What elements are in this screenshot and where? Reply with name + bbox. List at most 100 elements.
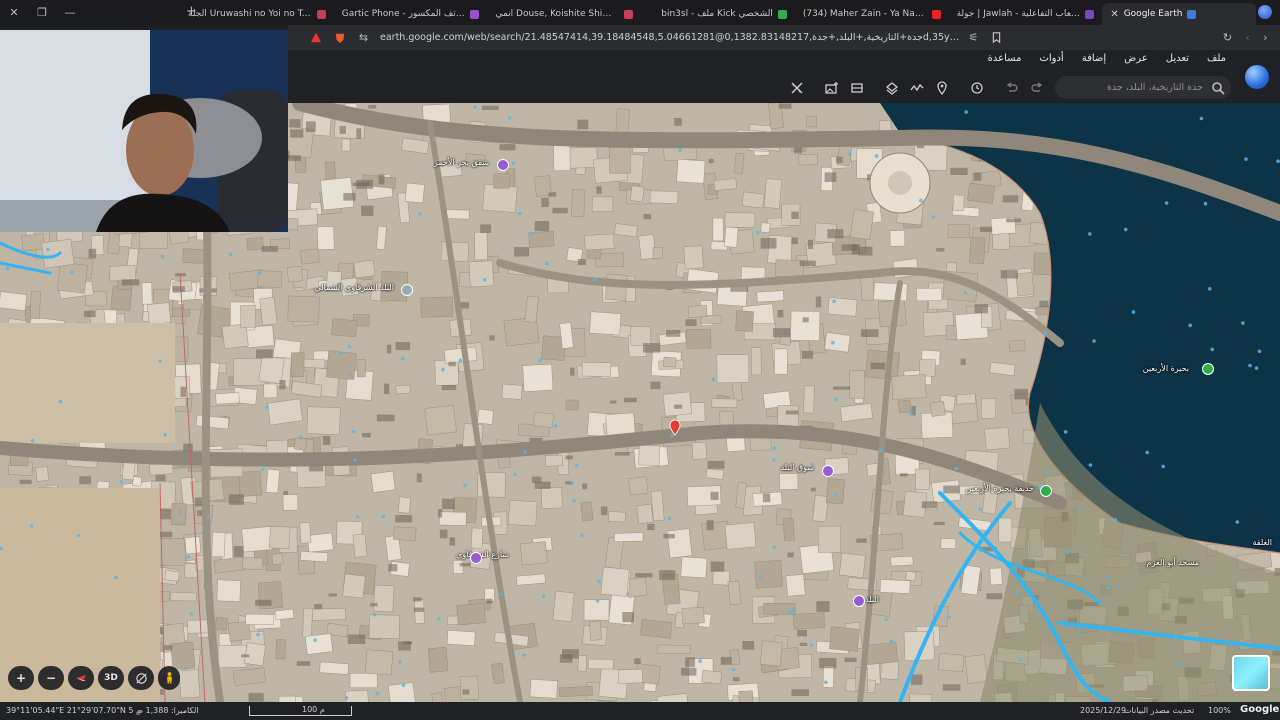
browser-tab[interactable]: (734) Maher Zain - Ya Nabi Salam Al [795, 3, 949, 25]
measure-icon[interactable] [788, 79, 805, 96]
poi-dot [347, 344, 352, 349]
tune-icon[interactable]: ⚟ [966, 30, 981, 45]
search-icon[interactable] [1211, 81, 1225, 95]
building [969, 236, 986, 265]
building [356, 359, 366, 378]
building [395, 384, 411, 395]
shadow [228, 494, 244, 505]
map-place-label[interactable]: البلد [865, 595, 879, 604]
tab-title: الجلة Uruwashi no Yoi no Tsuki انمي [188, 9, 312, 19]
close-window-icon[interactable]: ✕ [0, 0, 28, 25]
restore-window-icon[interactable]: ❐ [28, 0, 56, 25]
place-marker-icon[interactable] [1202, 363, 1214, 375]
shadow [973, 172, 982, 181]
map-place-label[interactable]: سوق البلد [780, 463, 814, 472]
redo-icon[interactable] [1028, 79, 1045, 96]
menu-item[interactable]: إضافة [1082, 53, 1106, 64]
compass-icon[interactable] [68, 666, 94, 690]
browser-tab[interactable]: Gartic Phone - لعبة الهاتف المكسور [334, 3, 488, 25]
menu-item[interactable]: مساعدة [988, 53, 1022, 64]
forward-icon[interactable]: › [1258, 30, 1273, 45]
profile-avatar-icon[interactable] [1258, 5, 1272, 19]
street-view-pegman-icon[interactable] [158, 666, 180, 690]
map-place-label[interactable]: حديقة بحيرة الأربعين [966, 484, 1034, 493]
map-place-label[interactable]: البلد الشرقاوي الشمالي [314, 283, 394, 292]
building [580, 501, 594, 522]
close-tab-icon[interactable]: ✕ [1110, 9, 1118, 20]
poi-dot [954, 466, 958, 471]
place-marker-icon[interactable] [470, 552, 482, 564]
menu-item[interactable]: أدوات [1039, 53, 1063, 64]
url-field[interactable]: earth.google.com/web/search/21.48547414,… [380, 29, 960, 46]
poi-dot [772, 545, 777, 550]
menu-item[interactable]: ملف [1207, 53, 1226, 64]
reload-icon[interactable]: ↻ [1220, 30, 1235, 45]
poi-dot [1078, 507, 1083, 511]
shadow [1000, 270, 1018, 279]
back-icon[interactable]: ‹ [1240, 30, 1255, 45]
shadow [870, 362, 886, 370]
poi-dot [1188, 323, 1192, 328]
poi-dot [1092, 339, 1096, 343]
poi-dot [338, 351, 343, 355]
building [870, 488, 894, 515]
place-marker-icon[interactable] [1040, 485, 1052, 497]
poi-dot [964, 110, 968, 114]
shadow [79, 476, 91, 485]
building [805, 115, 817, 128]
menu-item[interactable]: عرض [1124, 53, 1148, 64]
building [147, 302, 171, 325]
place-marker-icon[interactable] [497, 159, 509, 171]
poi-dot [513, 472, 517, 477]
place-marker-icon[interactable] [401, 284, 413, 296]
site-settings-icon[interactable]: ⇆ [356, 30, 371, 45]
menu-item[interactable]: تعديل [1166, 53, 1189, 64]
poi-dot [436, 617, 441, 621]
data-source-link[interactable]: تحديث مصدر البيانات [1124, 706, 1194, 715]
webcam-image [0, 30, 288, 232]
add-photo-icon[interactable] [823, 79, 840, 96]
place-marker-icon[interactable] [822, 465, 834, 477]
google-earth-logo-icon[interactable] [1245, 65, 1269, 89]
bookmark-icon[interactable] [989, 30, 1004, 45]
poi-dot [947, 615, 951, 619]
map-place-label[interactable]: شقق بحر الأحمر [434, 158, 489, 167]
imagery-layers-toggle[interactable] [1232, 655, 1270, 691]
browser-tab[interactable]: انمي Douse, Koishite Shimaunda .الي [487, 3, 641, 25]
building [785, 574, 806, 597]
history-icon[interactable] [968, 79, 985, 96]
map-place-label[interactable]: شارع الشرقاوي [456, 550, 509, 559]
zoom-in-button[interactable]: + [8, 666, 34, 690]
zoom-out-button[interactable]: − [38, 666, 64, 690]
undo-icon[interactable] [1003, 79, 1020, 96]
browser-tab[interactable]: ✕ Google Earth [1102, 3, 1257, 25]
shadow [541, 197, 549, 207]
imagery-icon[interactable] [848, 79, 865, 96]
poi-dot [265, 405, 270, 410]
map-place-label[interactable]: الغلقة [1252, 538, 1272, 547]
building [552, 590, 575, 623]
search-box[interactable] [1055, 76, 1231, 99]
poi-dot [298, 435, 303, 440]
menu-list: ملف تعديل عرض إضافة أدوات مساعدة [988, 53, 1226, 64]
search-input[interactable] [1069, 79, 1203, 96]
placemark-icon[interactable] [933, 79, 950, 96]
map-place-label[interactable]: مسجد أبو العزم [1147, 558, 1199, 567]
path-icon[interactable] [908, 79, 925, 96]
map-place-label[interactable]: بحيرة الأربعين [1143, 364, 1189, 373]
building [240, 305, 256, 328]
layers-icon[interactable] [883, 79, 900, 96]
north-up-icon[interactable] [128, 666, 154, 690]
toggle-3d-button[interactable]: 3D [98, 666, 124, 690]
place-marker-icon[interactable] [853, 595, 865, 607]
browser-tab[interactable]: الجلة Uruwashi no Yoi no Tsuki انمي [180, 3, 334, 25]
shadow [283, 490, 288, 495]
shadow [802, 317, 809, 323]
address-bar: ⇆ earth.google.com/web/search/21.4854741… [288, 25, 1280, 50]
extension-icon[interactable] [308, 30, 323, 45]
browser-tab[interactable]: جولة | Jawlah - منصة الألعاب التفاعلية [949, 3, 1103, 25]
brave-shield-icon[interactable] [332, 30, 347, 45]
poi-dot [963, 291, 968, 295]
browser-tab[interactable]: bin3sl - ملف Kick الشخصي [641, 3, 795, 25]
minimize-window-icon[interactable]: — [56, 0, 84, 25]
